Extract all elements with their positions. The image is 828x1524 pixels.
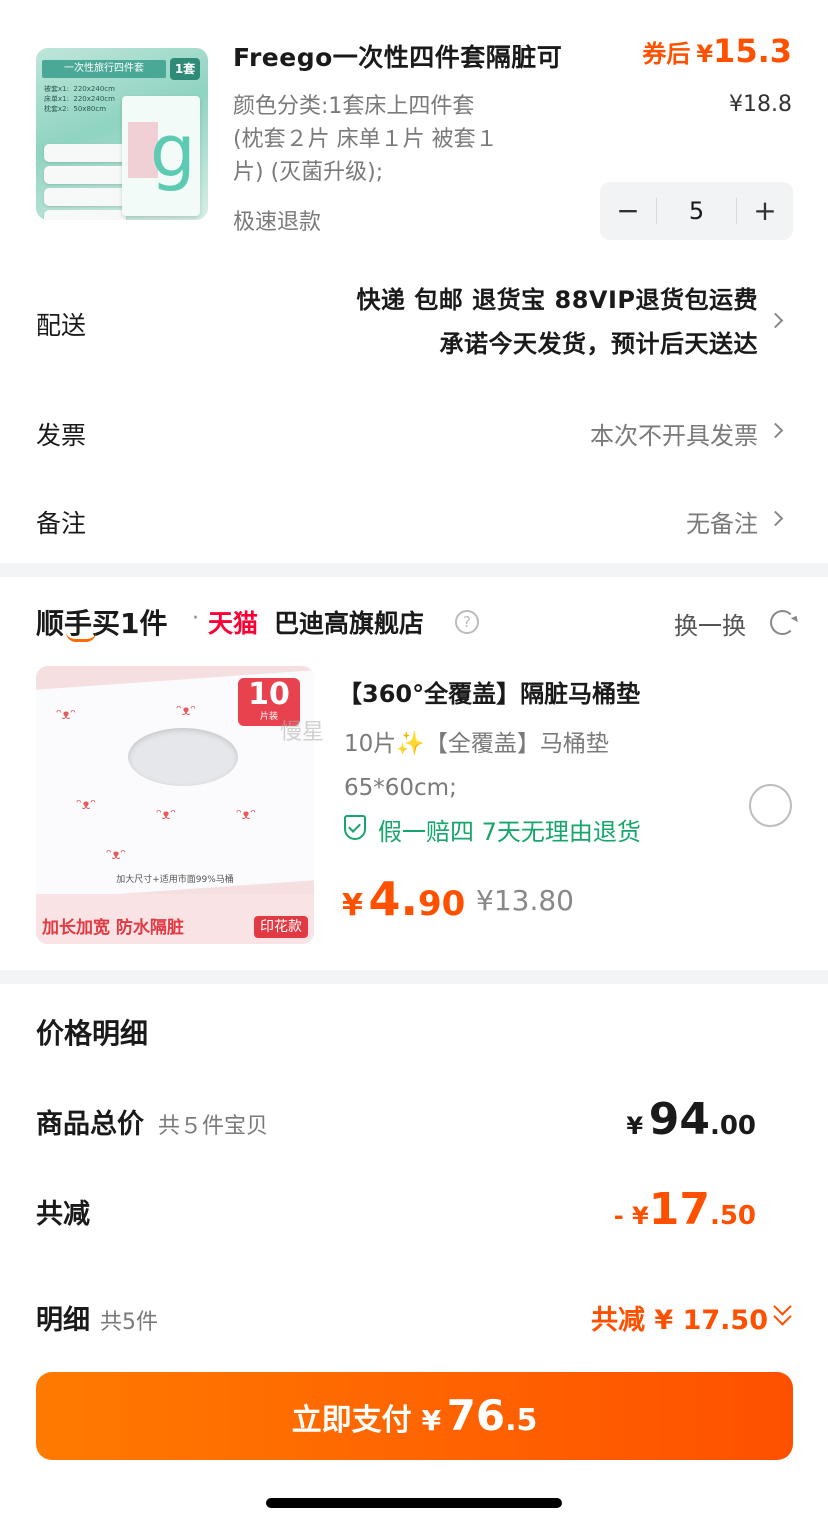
discount-integer: 17 [648,1184,710,1235]
sku-line: 65*60cm; [344,775,457,801]
thumbnail-banner-text: 加长加宽 防水隔脏 [42,918,184,938]
total-count: 共５件宝贝 [158,1114,269,1139]
pad-hole [128,728,238,786]
chevron-right-icon[interactable] [767,422,784,439]
addon-thumbnail[interactable]: 10 片装 ᵔᴥᵔ ᵔᴥᵔ ᵔᴥᵔ ᵔᴥᵔ ᵔᴥᵔ ᵔᴥᵔ 加大尺寸+适用市面99… [36,666,314,944]
addon-title-text: 顺手买1件 [36,607,168,640]
quantity-stepper: − 5 + [600,182,793,240]
addon-original-price: ¥13.80 [476,884,574,917]
pay-label: 立即支付 [291,1403,412,1438]
detail-label: 明细 [36,1305,90,1336]
store-name[interactable]: 巴迪高旗舰店 [274,604,424,640]
product-title[interactable]: Freego一次性四件套隔脏可 [233,38,562,74]
pay-decimal: .5 [505,1403,538,1438]
home-indicator[interactable] [266,1498,562,1508]
thumbnail-badge: 1套 [170,58,200,80]
bunny-pattern-icon: ᵔᴥᵔ [106,847,127,863]
watermark: 慢星 [280,720,325,745]
addon-price: ¥ 4.90 [342,872,465,926]
coupon-label: 券后 [642,40,691,68]
note-value[interactable]: 无备注 [686,504,758,539]
product-thumbnail[interactable]: 一次性旅行四件套 1套 被套x1: 220x240cm 床单x1: 220x24… [36,48,208,220]
count-value: 10 [248,677,290,712]
refund-tag: 极速退款 [233,210,322,235]
pay-now-button[interactable]: 立即支付 ¥ 76.5 [36,1372,793,1460]
chevron-right-icon[interactable] [767,510,784,527]
bunny-pattern-icon: ᵔᴥᵔ [236,807,257,823]
detail-label-row: 明细 共5件 [36,1298,158,1337]
note-label: 备注 [36,509,87,538]
help-icon[interactable]: ? [455,610,479,634]
refresh-icon[interactable] [770,610,795,635]
discount-amount: - ¥17.50 [614,1184,756,1235]
guarantee-text: 假一赔四 7天无理由退货 [378,818,641,846]
addon-product-title[interactable]: 【360°全覆盖】隔脏马桶垫 [338,674,640,709]
chevron-right-icon[interactable] [767,312,784,329]
product-sku[interactable]: 颜色分类:1套床上四件套 (枕套２片 床单１片 被套１ 片) (灭菌升级); [233,90,533,189]
tmall-logo: 天猫 [208,609,259,638]
detail-discount-toggle[interactable]: 共减 ¥ 17.50 [591,1298,768,1337]
price-detail-title: 价格明细 [36,1017,149,1050]
delivery-info-line[interactable]: 快递 包邮 退货宝 88VIP退货包运费 [356,280,758,315]
total-label-row: 商品总价 共５件宝贝 [36,1102,268,1141]
discount-decimal: .50 [709,1201,756,1231]
sku-line: (枕套２片 床单１片 被套１ [233,127,498,152]
price-symbol: ¥ [626,1112,644,1140]
price-integer: 94 [648,1094,710,1145]
pay-integer: 76 [446,1391,506,1440]
swap-button[interactable]: 换一换 [674,606,746,641]
price-decimal: .00 [709,1111,756,1141]
double-chevron-down-icon[interactable] [770,1297,796,1330]
package-image: g [122,96,200,216]
total-label: 商品总价 [36,1109,144,1140]
delivery-promise-line[interactable]: 承诺今天发货，预计后天送达 [440,324,759,359]
section-divider [0,970,828,984]
invoice-value[interactable]: 本次不开具发票 [590,416,758,451]
coupon-price: 券后 ¥15.3 [642,32,792,70]
sku-line: 片) (灭菌升级); [233,160,384,185]
bunny-pattern-icon: ᵔᴥᵔ [76,797,97,813]
sku-line: 10片✨【全覆盖】马桶垫 [344,731,609,757]
bunny-pattern-icon: ᵔᴥᵔ [176,703,197,719]
increase-button[interactable]: + [737,182,793,240]
section-divider [0,563,828,577]
folded-sheet [44,210,126,220]
discount-prefix: - ¥ [613,1202,649,1230]
quantity-value[interactable]: 5 [657,197,736,225]
addon-section-title: 顺手买1件 [36,602,167,642]
price-integer: 4. [368,872,418,926]
coupon-price-value: 15.3 [713,32,792,70]
bunny-pattern-icon: ᵔᴥᵔ [56,707,77,723]
price-decimal: 90 [417,884,466,924]
addon-select-radio[interactable] [749,784,792,827]
decrease-button[interactable]: − [600,182,656,240]
total-price: ¥ 94.00 [626,1094,756,1145]
sku-line: 颜色分类:1套床上四件套 [233,94,475,119]
invoice-label: 发票 [36,421,87,450]
title-separator: · [192,606,199,631]
delivery-label: 配送 [36,311,87,340]
detail-count: 共5件 [100,1310,158,1335]
bunny-pattern-icon: ᵔᴥᵔ [156,807,177,823]
folded-sheet [44,144,126,162]
thumbnail-specs: 被套x1: 220x240cm 床单x1: 220x240cm 枕套x2: 50… [44,85,115,113]
shield-check-icon [344,815,366,840]
pay-symbol: ¥ [421,1404,442,1437]
thumbnail-print-tag: 印花款 [254,916,308,938]
discount-label: 共减 [36,1199,90,1230]
currency-symbol: ¥ [696,40,714,68]
price-symbol: ¥ [342,888,363,923]
folded-sheet [44,166,126,184]
folded-sheet [44,188,126,206]
thumbnail-caption: 加大尺寸+适用市面99%马桶 [116,875,234,885]
smile-arc-icon [66,632,96,642]
addon-sku[interactable]: 10片✨【全覆盖】马桶垫 65*60cm; [344,722,724,810]
original-price: ¥18.8 [729,92,792,117]
thumbnail-tag: 一次性旅行四件套 [42,60,166,78]
